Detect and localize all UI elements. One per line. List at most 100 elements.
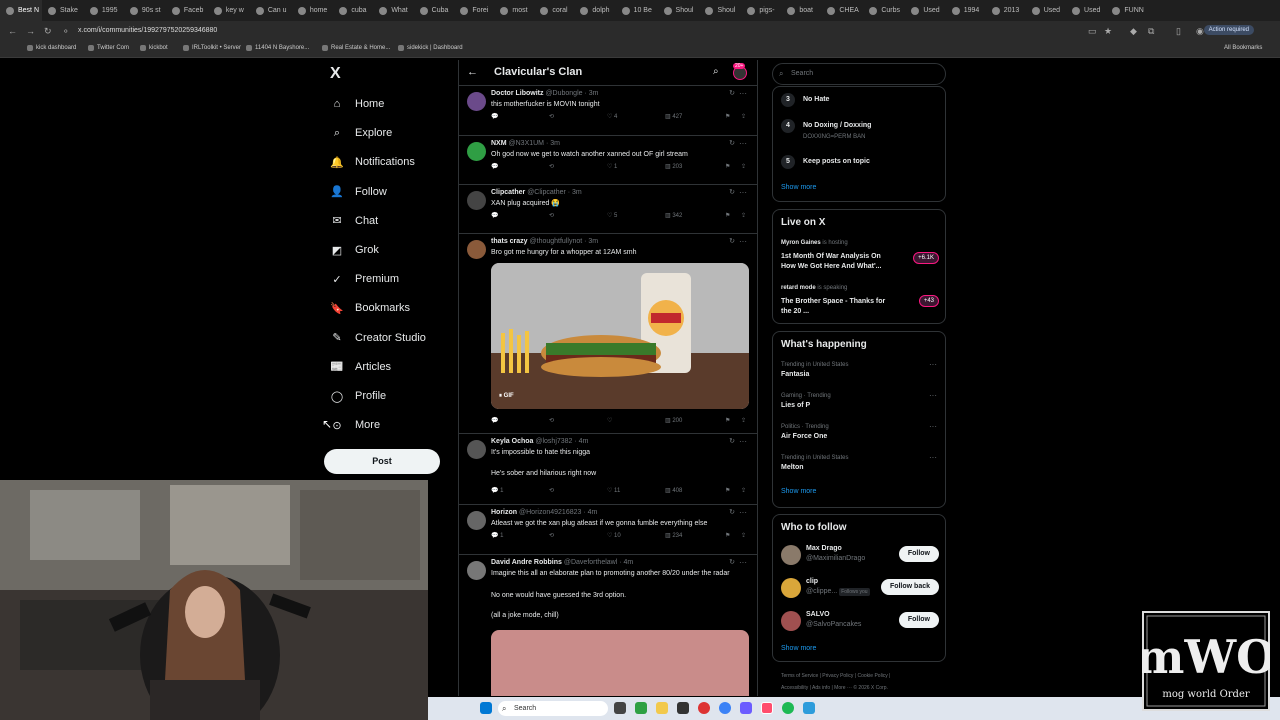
browser-tab[interactable]: Shoul: [699, 0, 741, 21]
trends-show-more-link[interactable]: Show more: [781, 488, 816, 495]
views-button[interactable]: ▥ 203: [665, 163, 682, 170]
more-options-icon[interactable]: ···: [739, 237, 747, 246]
tweet[interactable]: NXM @N3X1UM · 3m ↻ ··· Oh god now we get to…: [459, 135, 757, 184]
reply-button[interactable]: 💬: [491, 212, 498, 219]
nav-item-more[interactable]: ⊙ More: [330, 415, 380, 435]
nav-item-home[interactable]: ⌂ Home: [330, 94, 385, 114]
browser-tab[interactable]: 2013: [986, 0, 1026, 21]
file-explorer-icon[interactable]: [656, 702, 668, 714]
follow-suggestion[interactable]: clip @clippe... Follows you Follow back: [781, 576, 939, 602]
community-rule[interactable]: 3 No Hate: [781, 93, 829, 107]
more-options-icon[interactable]: ···: [739, 508, 747, 517]
tweet[interactable]: Keyla Ochoa @loshj7382 · 4m ↻ ··· It's impo…: [459, 433, 757, 504]
nav-item-follow[interactable]: 👤 Follow: [330, 182, 387, 202]
tweet-media-gif[interactable]: ⏸ GIF: [491, 263, 749, 409]
puzzle-icon[interactable]: ⧉: [1148, 26, 1154, 37]
views-button[interactable]: ▥ 427: [665, 113, 682, 120]
action-required-badge[interactable]: Action required: [1203, 25, 1254, 35]
like-button[interactable]: ♡ 1: [607, 163, 617, 170]
community-rule[interactable]: 4 No Doxing / Doxxing DOXXING=PERM BAN: [781, 119, 871, 140]
browser-tab[interactable]: 1994: [946, 0, 986, 21]
nav-item-notifications[interactable]: 🔔 Notifications: [330, 152, 415, 172]
like-button[interactable]: ♡ 5: [607, 212, 617, 219]
follow-suggestion[interactable]: Max Drago @MaximilianDrago Follow: [781, 543, 939, 569]
repost-button[interactable]: ⟲: [549, 487, 554, 494]
browser-tab[interactable]: most: [494, 0, 534, 21]
bookmark-icon[interactable]: ⚑: [725, 532, 730, 539]
tweet-media-image[interactable]: [491, 630, 749, 696]
share-icon[interactable]: ⇪: [741, 212, 746, 219]
share-icon[interactable]: ⇪: [741, 532, 746, 539]
like-button[interactable]: ♡: [607, 417, 612, 424]
browser-tab[interactable]: Can u: [250, 0, 292, 21]
browser-tab[interactable]: Best N: [0, 0, 42, 21]
app-icon-6[interactable]: [803, 702, 815, 714]
tweet[interactable]: David Andre Robbins @Daveforthelawl · 4m…: [459, 554, 757, 696]
tweet[interactable]: thats crazy @thoughtfullynot · 3m ↻ ··· Bro…: [459, 233, 757, 433]
browser-tab[interactable]: Faceb: [166, 0, 208, 21]
live-space-item[interactable]: retard mode is speaking The Brother Space…: [781, 285, 939, 325]
more-options-icon[interactable]: ···: [739, 188, 747, 197]
bookmark-icon[interactable]: ⚑: [725, 417, 730, 424]
browser-tab[interactable]: Cuba: [414, 0, 455, 21]
chrome-icon[interactable]: [698, 702, 710, 714]
avatar[interactable]: [467, 511, 486, 530]
x-logo[interactable]: X: [330, 65, 346, 83]
reply-button[interactable]: 💬 1: [491, 487, 503, 494]
screen-icon[interactable]: ▭: [1088, 26, 1097, 37]
browser-tab[interactable]: Used: [905, 0, 945, 21]
tweet-author-name[interactable]: Horizon: [491, 509, 517, 516]
trend-more-icon[interactable]: ···: [929, 391, 937, 400]
tweet-author-name[interactable]: David Andre Robbins: [491, 559, 562, 566]
footer-links-1[interactable]: Terms of Service | Privacy Policy | Cook…: [781, 673, 890, 679]
trend-more-icon[interactable]: ···: [929, 360, 937, 369]
avatar[interactable]: [467, 240, 486, 259]
follow-button[interactable]: Follow: [898, 612, 939, 628]
browser-tab[interactable]: Shoul: [658, 0, 700, 21]
tweet[interactable]: Doctor Libowitz @Dubongle · 3m ↻ ··· this m…: [459, 85, 757, 135]
app-icon-3[interactable]: [719, 702, 731, 714]
profile-icon[interactable]: ◉: [1196, 26, 1204, 37]
back-arrow-icon[interactable]: ←: [467, 66, 478, 78]
trend-item[interactable]: Trending in United States Fantasia: [781, 362, 848, 378]
views-button[interactable]: ▥ 408: [665, 487, 682, 494]
community-rule[interactable]: 5 Keep posts on topic: [781, 155, 870, 169]
browser-tab[interactable]: 10 Be: [616, 0, 658, 21]
tweet[interactable]: Clipcather @Clipcather · 3m ↻ ··· XAN plug …: [459, 184, 757, 233]
avatar[interactable]: [467, 440, 486, 459]
browser-tab[interactable]: Used: [1066, 0, 1106, 21]
reload-icon[interactable]: ↻: [44, 26, 52, 37]
browser-tab[interactable]: coral: [534, 0, 574, 21]
follow-button[interactable]: Follow: [898, 546, 939, 562]
tweet-author-name[interactable]: Keyla Ochoa: [491, 438, 533, 445]
trend-item[interactable]: Politics · Trending Air Force One: [781, 424, 829, 440]
reply-button[interactable]: 💬: [491, 163, 498, 170]
suggestion-name[interactable]: clip: [806, 578, 818, 585]
share-icon[interactable]: ⇪: [741, 163, 746, 170]
spotify-icon[interactable]: [782, 702, 794, 714]
bookmark-item[interactable]: IRLToolkit • Server: [183, 45, 241, 51]
windows-start-icon[interactable]: [480, 702, 492, 714]
sidebar-icon[interactable]: ▯: [1176, 26, 1181, 37]
like-button[interactable]: ♡ 11: [607, 487, 620, 494]
nav-item-grok[interactable]: ◩ Grok: [330, 240, 379, 260]
site-info-icon[interactable]: ⚬: [62, 26, 70, 37]
bookmark-icon[interactable]: ⚑: [725, 487, 730, 494]
browser-tab[interactable]: CHEA: [821, 0, 863, 21]
bookmark-icon[interactable]: ⚑: [725, 163, 730, 170]
taskbar-search[interactable]: ⌕ Search: [498, 701, 608, 716]
avatar[interactable]: [467, 142, 486, 161]
like-button[interactable]: ♡ 10: [607, 532, 621, 539]
tweet-author-name[interactable]: thats crazy: [491, 238, 528, 245]
more-options-icon[interactable]: ···: [739, 437, 747, 446]
browser-tab[interactable]: What: [373, 0, 413, 21]
forward-icon[interactable]: →: [26, 26, 35, 36]
browser-tab[interactable]: Curbs: [863, 0, 905, 21]
repost-button[interactable]: ⟲: [549, 163, 554, 170]
nav-item-explore[interactable]: ⌕ Explore: [330, 123, 392, 143]
browser-tab[interactable]: 1995: [84, 0, 124, 21]
browser-tab[interactable]: pigs-: [741, 0, 781, 21]
browser-tab[interactable]: 90s st: [124, 0, 166, 21]
app-icon-4[interactable]: [740, 702, 752, 714]
search-input[interactable]: ⌕ Search: [772, 63, 946, 85]
